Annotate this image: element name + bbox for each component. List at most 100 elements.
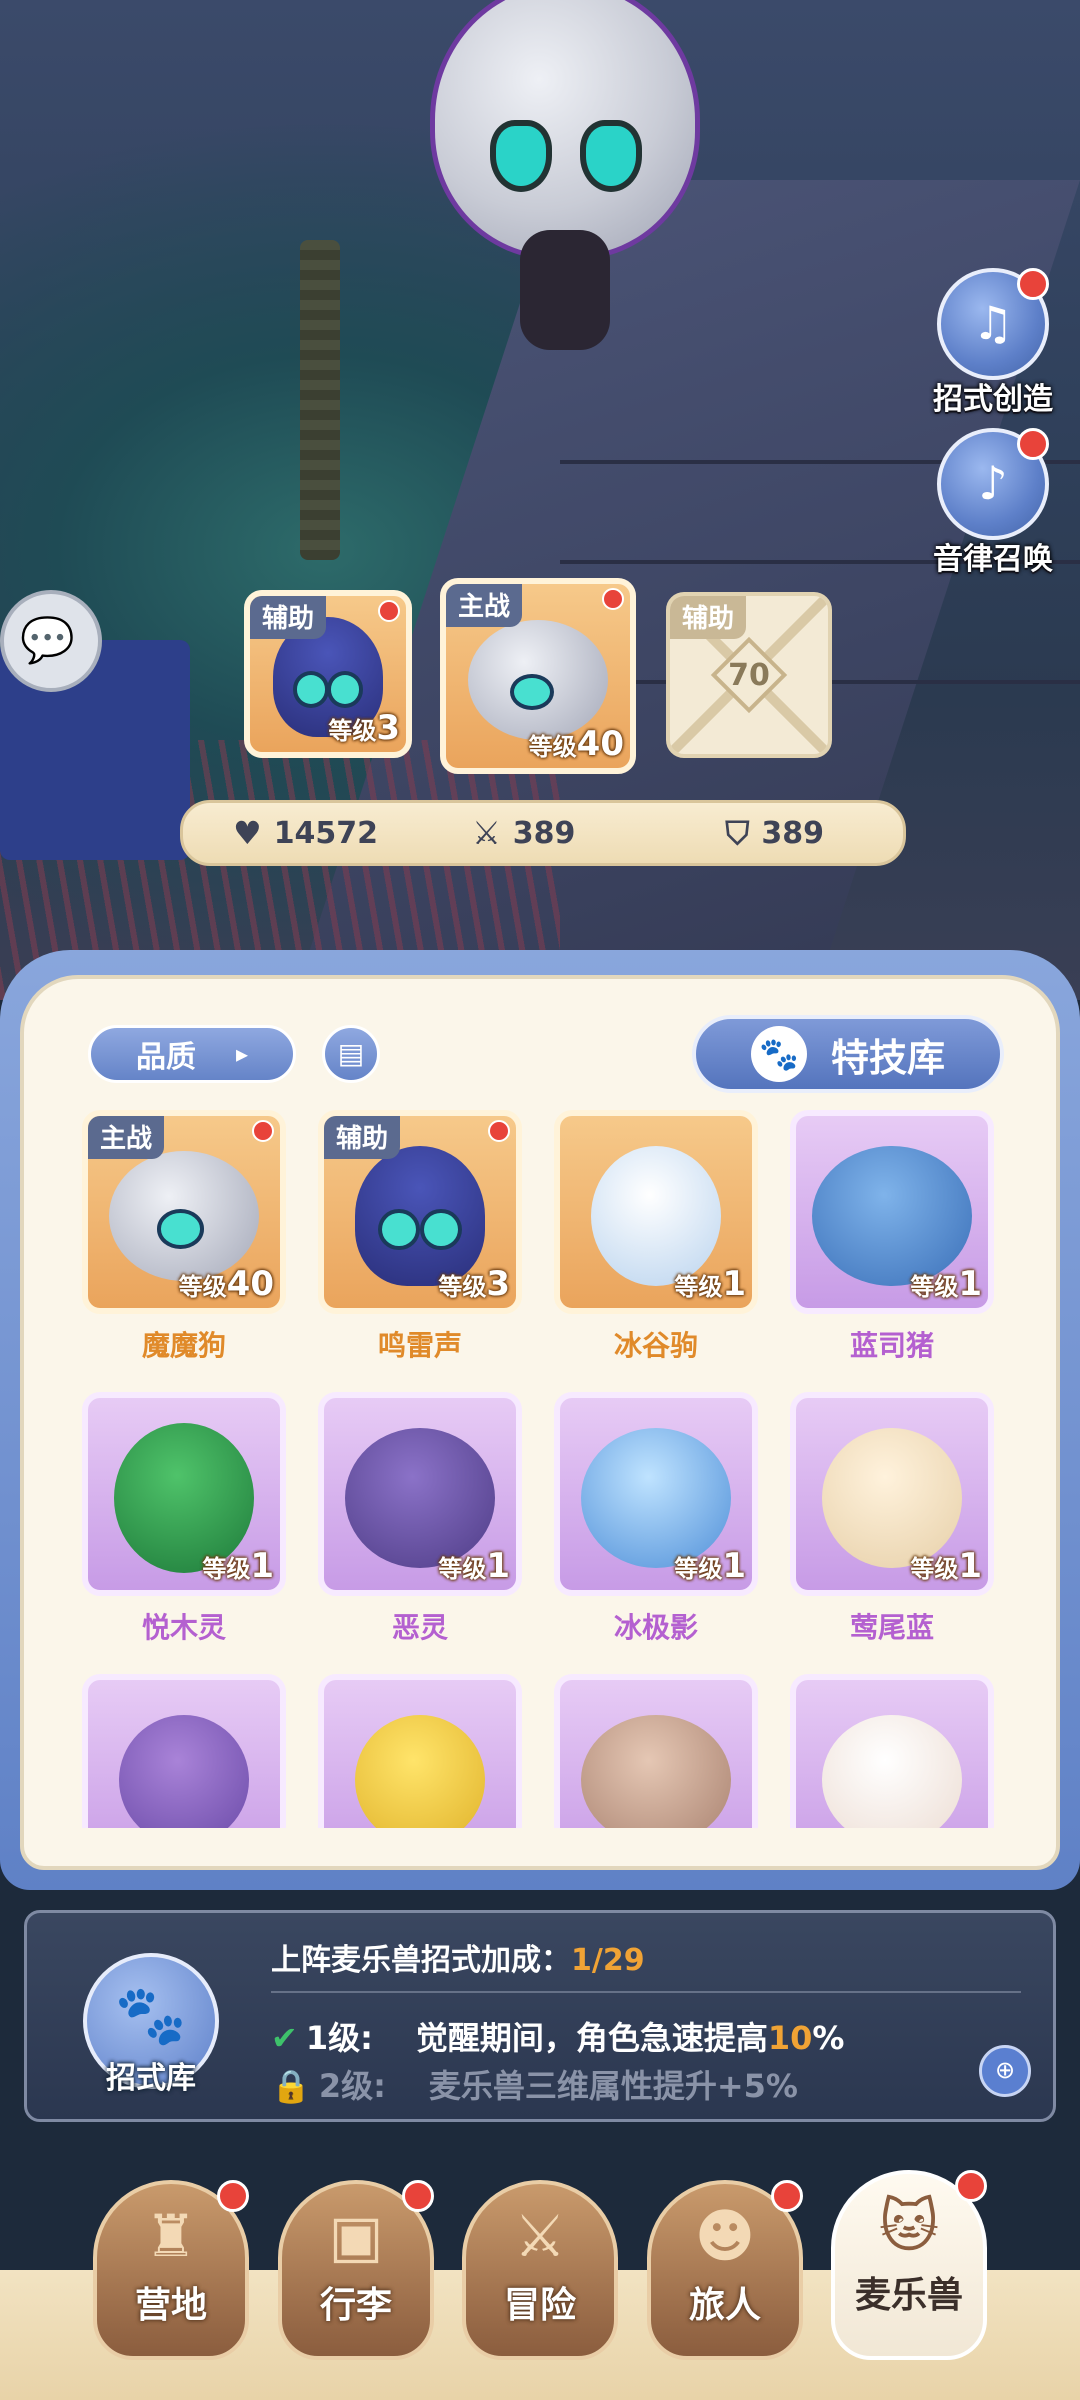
- pet-item[interactable]: 等级1 悦木灵: [82, 1392, 286, 1646]
- pet-card: [790, 1674, 994, 1828]
- team-slot-locked[interactable]: 辅助 70: [666, 592, 832, 758]
- level-label: 等级1: [674, 1546, 746, 1586]
- nav-camp[interactable]: ♜ 营地: [93, 2180, 249, 2360]
- notification-dot: [1017, 268, 1049, 300]
- move-create-button[interactable]: ♫ 招式创造: [908, 268, 1078, 418]
- notification-dot: [488, 1120, 510, 1142]
- crossed-swords-icon: ⚔: [514, 2202, 566, 2270]
- skill-library-button[interactable]: 🐾 特技库: [692, 1015, 1004, 1093]
- role-tag: 辅助: [250, 596, 327, 639]
- pet-name: 魔魔狗: [141, 1329, 226, 1362]
- pet-portrait: [822, 1714, 962, 1828]
- crossed-swords-icon: ⚔: [472, 814, 501, 852]
- nav-traveler-label: 旅人: [688, 2285, 761, 2326]
- nav-adventure[interactable]: ⚔ 冒险: [462, 2180, 618, 2360]
- sort-icon: ▤: [337, 1037, 365, 1070]
- pet-card: [554, 1674, 758, 1828]
- pet-item[interactable]: [318, 1674, 522, 1828]
- pet-item[interactable]: 等级1 冰谷驹: [554, 1110, 758, 1364]
- pet-card: 辅助 等级3: [318, 1110, 522, 1314]
- move-create-label: 招式创造: [933, 382, 1053, 417]
- pet-name: 鸣雷声: [377, 1329, 462, 1362]
- pet-item[interactable]: [82, 1674, 286, 1828]
- nav-pets[interactable]: 🐱 麦乐兽: [831, 2170, 987, 2360]
- defense-value: 389: [761, 815, 825, 851]
- pet-item[interactable]: 辅助 等级3 鸣雷声: [318, 1110, 522, 1364]
- level-label: 等级1: [910, 1264, 982, 1304]
- pet-portrait: [109, 1150, 259, 1281]
- pet-card: [318, 1674, 522, 1828]
- backpack-icon: ▣: [328, 2202, 384, 2270]
- pet-card: [82, 1674, 286, 1828]
- level-label: 等级1: [438, 1546, 510, 1586]
- chevron-right-icon: ▸: [235, 1040, 249, 1068]
- paw-icon: 🐾: [750, 1026, 807, 1082]
- pet-name: 悦木灵: [141, 1611, 226, 1644]
- check-icon: ✔: [271, 2019, 298, 2057]
- sort-filter-button[interactable]: ▤: [322, 1025, 380, 1083]
- paw-icon: 🐾: [114, 1981, 188, 2049]
- cat-icon: 🐱: [878, 2192, 940, 2260]
- nav-adventure-label: 冒险: [503, 2285, 576, 2326]
- nav-pets-label: 麦乐兽: [854, 2275, 963, 2316]
- chat-bubbles-icon: 💬: [20, 615, 75, 666]
- pet-name: 蓝司猪: [849, 1329, 934, 1362]
- nav-traveler[interactable]: ☻ 旅人: [647, 2180, 803, 2360]
- pet-item[interactable]: 等级1 恶灵: [318, 1392, 522, 1646]
- pet-name: 恶灵: [391, 1611, 448, 1644]
- pet-portrait: [355, 1714, 485, 1828]
- pet-portrait: [468, 619, 608, 740]
- team-slot-support-1[interactable]: 辅助 等级3: [244, 590, 412, 758]
- notification-dot: [1017, 428, 1049, 460]
- role-tag: 主战: [446, 584, 523, 627]
- pet-portrait: [581, 1714, 731, 1828]
- player-pet-character[interactable]: [410, 0, 710, 350]
- rhythm-summon-button[interactable]: ♪ 音律召唤: [908, 428, 1078, 578]
- role-tag: 主战: [88, 1116, 165, 1159]
- level-label: 等级1: [674, 1264, 746, 1304]
- pet-name: 冰谷驹: [613, 1329, 698, 1362]
- level-label: 等级3: [438, 1264, 510, 1304]
- move-create-icon: ♫: [972, 296, 1014, 350]
- quality-filter-label: 品质: [135, 1040, 196, 1075]
- pet-item[interactable]: 等级1 蓝司猪: [790, 1110, 994, 1364]
- bonus-progress: 1/29: [571, 1943, 645, 1978]
- bonus-row-level-1: ✔ 1级: 觉醒期间，角色急速提高10%: [271, 2019, 845, 2057]
- pet-card: 等级1: [790, 1110, 994, 1314]
- shield-icon: ⛉: [725, 813, 750, 852]
- team-slot-main[interactable]: 主战 等级40: [440, 578, 636, 774]
- rhythm-summon-label: 音律召唤: [933, 542, 1053, 577]
- notification-dot: [252, 1120, 274, 1142]
- pet-card: 等级1: [82, 1392, 286, 1596]
- rhythm-summon-icon: ♪: [978, 456, 1008, 510]
- nav-luggage-label: 行李: [319, 2285, 392, 2326]
- divider: [271, 1991, 1021, 1993]
- unlock-level: 70: [728, 658, 770, 693]
- quality-filter-button[interactable]: 品质 ▸: [88, 1025, 296, 1083]
- team-stats-bar: ♥ 14572 ⚔ 389 ⛉ 389: [180, 800, 906, 866]
- level-label: 等级40: [528, 724, 624, 764]
- chat-button[interactable]: 💬: [0, 590, 102, 692]
- pet-card: 等级1: [554, 1110, 758, 1314]
- bonus-title: 上阵麦乐兽招式加成：1/29: [271, 1943, 645, 1978]
- pet-item[interactable]: [554, 1674, 758, 1828]
- notification-dot: [771, 2180, 803, 2212]
- pet-item[interactable]: 等级1 冰极影: [554, 1392, 758, 1646]
- level-label: 等级1: [202, 1546, 274, 1586]
- level-label: 等级3: [328, 708, 400, 748]
- zoom-icon[interactable]: ⊕: [979, 2045, 1031, 2097]
- pet-item[interactable]: 主战 等级40 魔魔狗: [82, 1110, 286, 1364]
- nav-camp-label: 营地: [134, 2285, 207, 2326]
- heart-icon: ♥: [233, 814, 262, 852]
- level-label: 等级1: [910, 1546, 982, 1586]
- skill-library-label: 特技库: [830, 1035, 945, 1080]
- hp-value: 14572: [273, 815, 379, 851]
- lock-icon: 🔒: [271, 2067, 311, 2105]
- pet-item[interactable]: 等级1 莺尾蓝: [790, 1392, 994, 1646]
- rope-post: [300, 240, 340, 560]
- pet-item[interactable]: [790, 1674, 994, 1828]
- pet-grid: 主战 等级40 魔魔狗 辅助 等级3 鸣雷声 等级1 冰谷驹 等级1 蓝司猪 等…: [82, 1110, 1002, 1828]
- castle-icon: ♜: [145, 2202, 197, 2270]
- nav-luggage[interactable]: ▣ 行李: [278, 2180, 434, 2360]
- notification-dot: [955, 2170, 987, 2202]
